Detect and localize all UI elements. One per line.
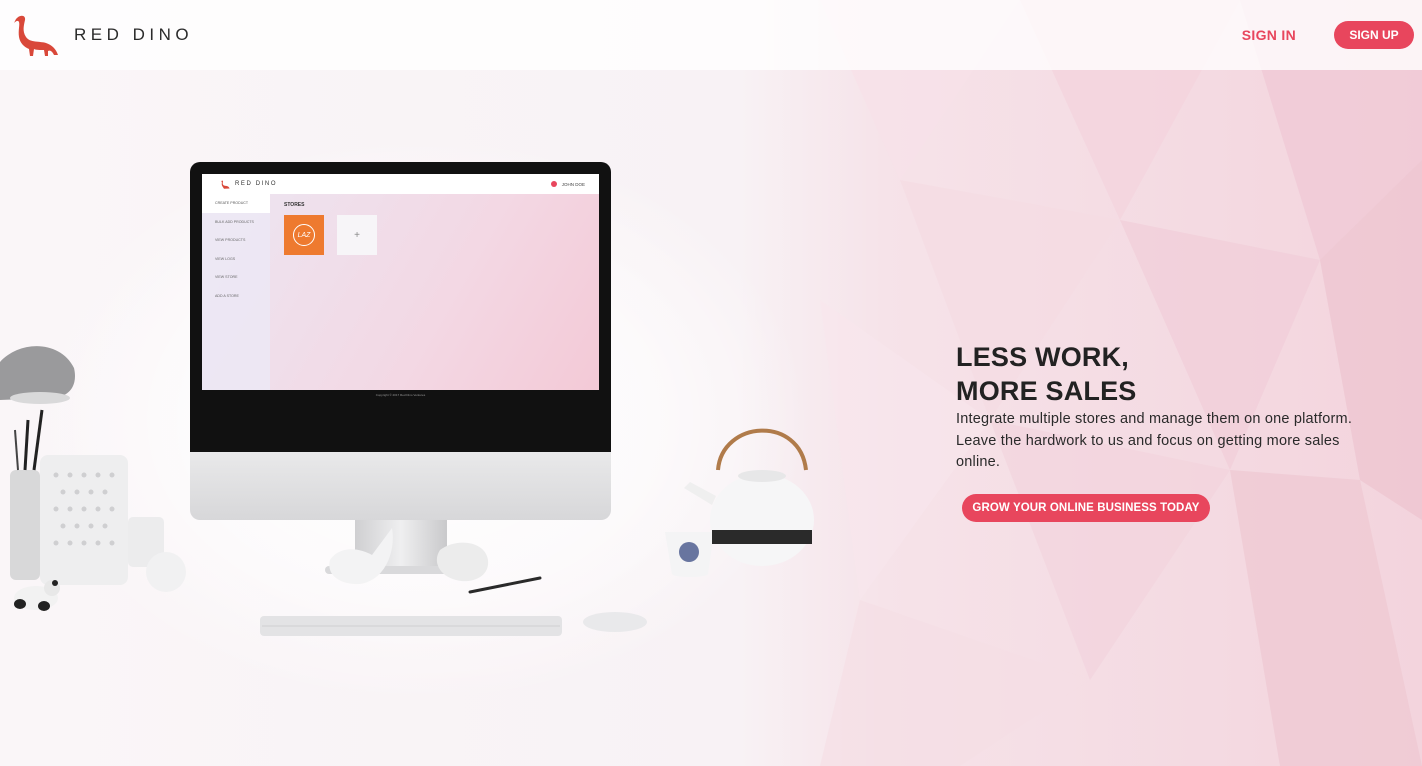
auth-nav: SIGN IN SIGN UP [1242,21,1414,49]
sign-in-link[interactable]: SIGN IN [1242,27,1296,43]
sign-up-button[interactable]: SIGN UP [1334,21,1414,49]
headline-line-2: MORE SALES [956,376,1137,406]
grow-business-cta-button[interactable]: GROW YOUR ONLINE BUSINESS TODAY [962,493,1210,522]
hero-copy: LESS WORK, MORE SALES Integrate multiple… [956,340,1376,522]
hero-headline: LESS WORK, MORE SALES [956,340,1376,408]
hero-description: Integrate multiple stores and manage the… [956,411,1353,470]
headline-line-1: LESS WORK, [956,342,1130,372]
desk-objects-illustration [0,346,814,636]
